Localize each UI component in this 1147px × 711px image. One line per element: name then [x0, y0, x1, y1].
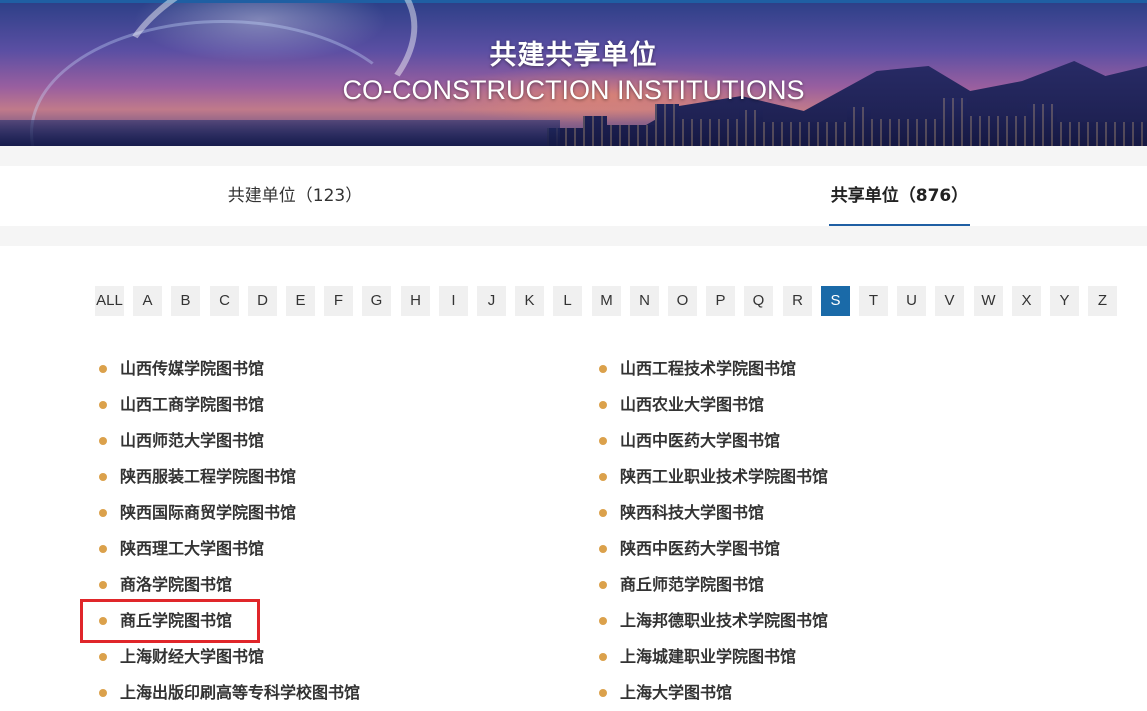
- bullet-icon: [99, 437, 107, 445]
- list-item[interactable]: 陕西工业职业技术学院图书馆: [597, 459, 828, 495]
- letter-filter-q[interactable]: Q: [744, 286, 773, 316]
- institution-name: 山西传媒学院图书馆: [120, 359, 265, 378]
- banner-harbor: [0, 120, 560, 146]
- letter-filter-d[interactable]: D: [248, 286, 277, 316]
- letter-filter-l[interactable]: L: [553, 286, 582, 316]
- letter-filter-f[interactable]: F: [324, 286, 353, 316]
- letter-filter-n[interactable]: N: [630, 286, 659, 316]
- bullet-icon: [599, 689, 607, 697]
- letter-filter-w[interactable]: W: [974, 286, 1003, 316]
- institution-list-right: 山西工程技术学院图书馆 山西农业大学图书馆 山西中医药大学图书馆陕西工业职业技术学院…: [597, 351, 828, 711]
- bullet-icon: [599, 401, 607, 409]
- highlight-box: [80, 599, 260, 643]
- institution-name: 陕西科技大学图书馆: [620, 503, 765, 522]
- institution-name: 上海出版印刷高等专科学校图书馆: [120, 683, 361, 702]
- bullet-icon: [599, 617, 607, 625]
- letter-filter-v[interactable]: V: [935, 286, 964, 316]
- banner-title-cn: 共建共享单位: [489, 40, 658, 71]
- institution-name: 山西农业大学图书馆: [620, 395, 765, 414]
- institution-name: 山西中医药大学图书馆: [620, 431, 781, 450]
- letter-filter-p[interactable]: P: [706, 286, 735, 316]
- letter-filter-j[interactable]: J: [477, 286, 506, 316]
- bullet-icon: [99, 545, 107, 553]
- institution-name: 上海邦德职业技术学院图书馆: [620, 611, 829, 630]
- letter-filter-r[interactable]: R: [783, 286, 812, 316]
- letter-filter-i[interactable]: I: [439, 286, 468, 316]
- list-item[interactable]: 山西传媒学院图书馆: [97, 351, 360, 387]
- bullet-icon: [99, 581, 107, 589]
- tab-sharing[interactable]: 共享单位（876）: [829, 166, 970, 226]
- letter-filter-a[interactable]: A: [133, 286, 162, 316]
- list-item[interactable]: 陕西理工大学图书馆: [97, 531, 360, 567]
- bullet-icon: [599, 653, 607, 661]
- bullet-icon: [99, 653, 107, 661]
- institution-name: 山西师范大学图书馆: [120, 431, 265, 450]
- banner-title-en: CO-CONSTRUCTION INSTITUTIONS: [342, 75, 805, 105]
- list-item[interactable]: 陕西中医药大学图书馆: [597, 531, 828, 567]
- list-item[interactable]: 上海大学图书馆: [597, 675, 828, 711]
- tab-bar: 共建单位（123） 共享单位（876）: [0, 166, 1147, 226]
- bullet-icon: [99, 365, 107, 373]
- institution-name: 商丘师范学院图书馆: [620, 575, 765, 594]
- bullet-icon: [99, 689, 107, 697]
- letter-filter-o[interactable]: O: [668, 286, 697, 316]
- institution-name: 陕西理工大学图书馆: [120, 539, 265, 558]
- letter-filter-e[interactable]: E: [286, 286, 315, 316]
- letter-filter-u[interactable]: U: [897, 286, 926, 316]
- institution-name: 上海大学图书馆: [620, 683, 733, 702]
- bullet-icon: [99, 401, 107, 409]
- tab-co-construction[interactable]: 共建单位（123）: [213, 166, 377, 226]
- list-item[interactable]: 山西中医药大学图书馆: [597, 423, 828, 459]
- letter-filter-m[interactable]: M: [592, 286, 621, 316]
- letter-filter-z[interactable]: Z: [1088, 286, 1117, 316]
- bullet-icon: [599, 545, 607, 553]
- institution-list-left: 山西传媒学院图书馆 山西工商学院图书馆 山西师范大学图书馆陕西服装工程学院图书馆 陕西…: [97, 351, 360, 711]
- institution-name: 陕西国际商贸学院图书馆: [120, 503, 297, 522]
- list-item[interactable]: 山西工程技术学院图书馆: [597, 351, 828, 387]
- institution-name: 山西工商学院图书馆: [120, 395, 265, 414]
- institution-name: 上海财经大学图书馆: [120, 647, 265, 666]
- bullet-icon: [599, 437, 607, 445]
- institution-name: 陕西工业职业技术学院图书馆: [620, 467, 829, 486]
- letter-filter-h[interactable]: H: [401, 286, 430, 316]
- institution-name: 商洛学院图书馆: [120, 575, 233, 594]
- bullet-icon: [599, 473, 607, 481]
- banner: 共建共享单位 CO-CONSTRUCTION INSTITUTIONS: [0, 0, 1147, 146]
- bullet-icon: [599, 509, 607, 517]
- letter-filter-c[interactable]: C: [210, 286, 239, 316]
- list-item[interactable]: 山西师范大学图书馆: [97, 423, 360, 459]
- list-item[interactable]: 陕西国际商贸学院图书馆: [97, 495, 360, 531]
- list-item[interactable]: 陕西科技大学图书馆: [597, 495, 828, 531]
- institution-name: 上海城建职业学院图书馆: [620, 647, 797, 666]
- list-item[interactable]: 上海城建职业学院图书馆: [597, 639, 828, 675]
- letter-filter-g[interactable]: G: [362, 286, 391, 316]
- letter-filter-s[interactable]: S: [821, 286, 850, 316]
- institution-name: 陕西服装工程学院图书馆: [120, 467, 297, 486]
- list-item[interactable]: 上海财经大学图书馆: [97, 639, 360, 675]
- institution-name: 陕西中医药大学图书馆: [620, 539, 781, 558]
- list-item[interactable]: 上海出版印刷高等专科学校图书馆: [97, 675, 360, 711]
- list-item[interactable]: 商丘师范学院图书馆: [597, 567, 828, 603]
- list-item[interactable]: 山西农业大学图书馆: [597, 387, 828, 423]
- letter-filter-b[interactable]: B: [171, 286, 200, 316]
- list-item[interactable]: 陕西服装工程学院图书馆: [97, 459, 360, 495]
- list-item[interactable]: 商洛学院图书馆: [97, 567, 360, 603]
- letter-filter-x[interactable]: X: [1012, 286, 1041, 316]
- bullet-icon: [599, 365, 607, 373]
- letter-filter-all[interactable]: ALL: [95, 286, 124, 316]
- bullet-icon: [599, 581, 607, 589]
- list-item[interactable]: 上海邦德职业技术学院图书馆: [597, 603, 828, 639]
- bullet-icon: [99, 509, 107, 517]
- letter-filter-y[interactable]: Y: [1050, 286, 1079, 316]
- bullet-icon: [99, 473, 107, 481]
- letter-filter-k[interactable]: K: [515, 286, 544, 316]
- institution-name: 山西工程技术学院图书馆: [620, 359, 797, 378]
- list-item[interactable]: 山西工商学院图书馆: [97, 387, 360, 423]
- letter-filter-t[interactable]: T: [859, 286, 888, 316]
